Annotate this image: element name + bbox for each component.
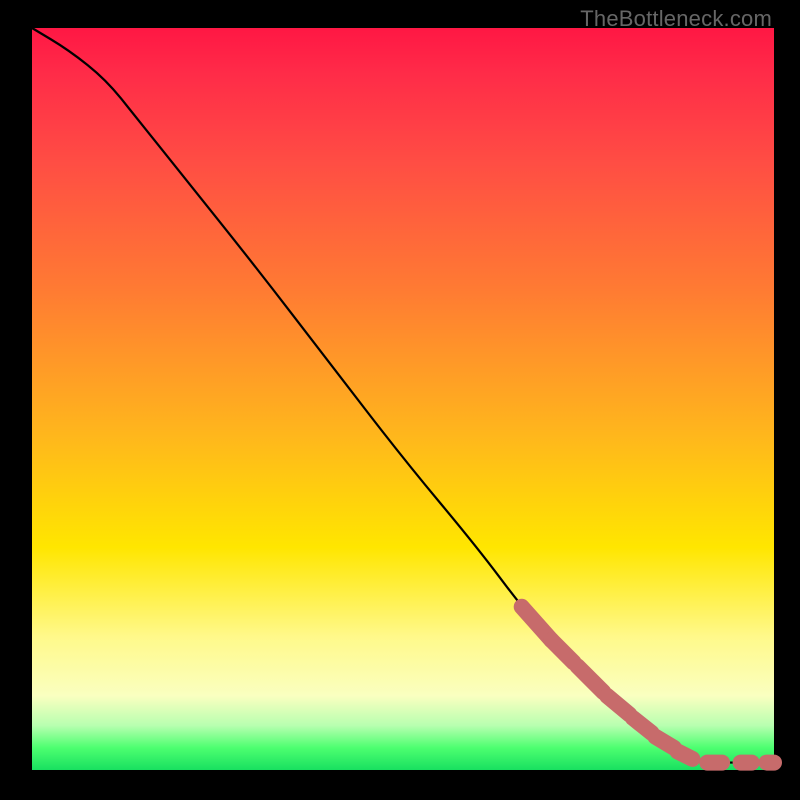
marker-group — [522, 607, 774, 763]
plot-area — [32, 28, 774, 770]
marker-capsule — [633, 718, 652, 733]
curve-svg — [32, 28, 774, 770]
marker-capsule — [655, 737, 674, 748]
chart-frame: TheBottleneck.com — [0, 0, 800, 800]
marker-capsule — [551, 640, 573, 662]
marker-capsule — [577, 666, 603, 692]
marker-capsule — [607, 696, 629, 715]
bottleneck-curve — [32, 28, 774, 763]
marker-capsule — [678, 751, 693, 758]
